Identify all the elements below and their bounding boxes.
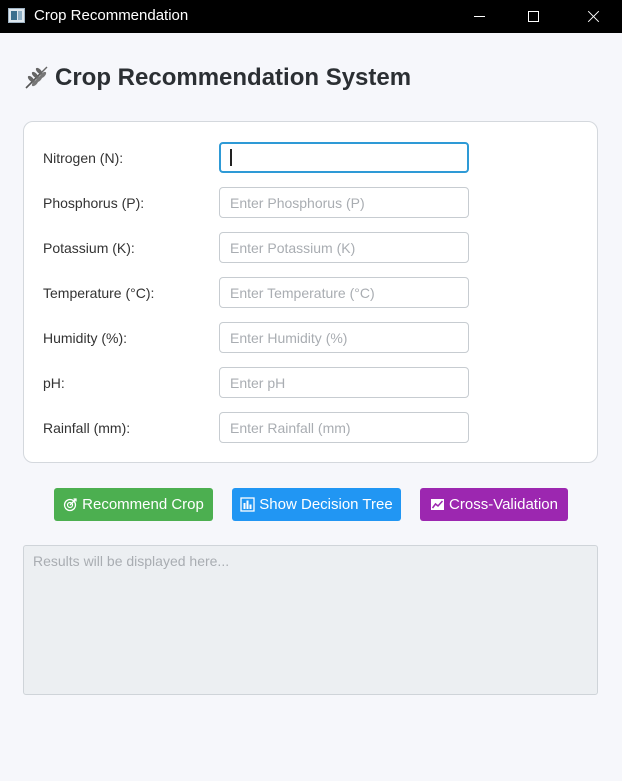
line-chart-icon [431, 499, 445, 510]
form-row-potassium: Potassium (K): [24, 232, 597, 264]
rainfall-input[interactable] [219, 412, 469, 443]
form-row-nitrogen: Nitrogen (N): [24, 142, 597, 174]
humidity-input[interactable] [219, 322, 469, 353]
minimize-button[interactable] [456, 0, 502, 33]
show-decision-tree-button[interactable]: Show Decision Tree [232, 488, 401, 521]
temperature-label: Temperature (°C): [43, 285, 155, 301]
wheat-icon [25, 66, 48, 89]
nitrogen-input[interactable] [219, 142, 469, 173]
minimize-icon [473, 16, 485, 17]
phosphorus-label: Phosphorus (P): [43, 195, 145, 211]
window-title: Crop Recommendation [34, 7, 189, 24]
ph-input[interactable] [219, 367, 469, 398]
bar-chart-icon [240, 497, 255, 512]
page-header: Crop Recommendation System [22, 63, 411, 93]
text-caret [230, 149, 232, 166]
recommend-crop-label: Recommend Crop [82, 496, 204, 513]
maximize-button[interactable] [510, 0, 556, 33]
cross-validation-button[interactable]: Cross-Validation [420, 488, 568, 521]
target-icon [63, 498, 77, 512]
maximize-icon [527, 11, 539, 22]
form-row-temperature: Temperature (°C): [24, 277, 597, 309]
temperature-input[interactable] [219, 277, 469, 308]
nitrogen-label: Nitrogen (N): [43, 150, 124, 166]
results-textarea[interactable] [23, 545, 598, 695]
ph-label: pH: [43, 375, 65, 391]
title-bar: Crop Recommendation [0, 0, 622, 33]
phosphorus-input[interactable] [219, 187, 469, 218]
potassium-input[interactable] [219, 232, 469, 263]
humidity-label: Humidity (%): [43, 330, 128, 346]
app-icon [8, 8, 25, 23]
cross-validation-label: Cross-Validation [449, 496, 558, 513]
page-title: Crop Recommendation System [55, 64, 412, 91]
form-row-ph: pH: [24, 367, 597, 399]
form-row-phosphorus: Phosphorus (P): [24, 187, 597, 219]
form-row-rainfall: Rainfall (mm): [24, 412, 597, 444]
close-icon [587, 10, 600, 23]
recommend-crop-button[interactable]: Recommend Crop [54, 488, 213, 521]
show-decision-tree-label: Show Decision Tree [259, 496, 393, 513]
close-button[interactable] [570, 0, 616, 33]
rainfall-label: Rainfall (mm): [43, 420, 131, 436]
form-row-humidity: Humidity (%): [24, 322, 597, 354]
potassium-label: Potassium (K): [43, 240, 135, 256]
input-form-card: Nitrogen (N): Phosphorus (P): Potassium … [23, 121, 598, 463]
